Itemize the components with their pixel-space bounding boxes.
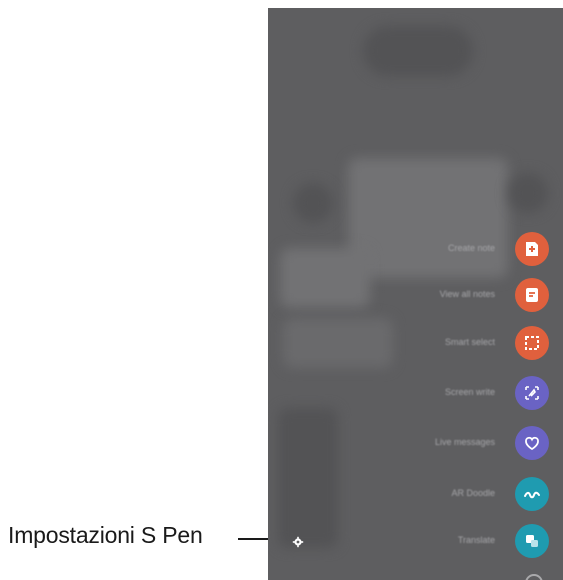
notes-list-icon[interactable] bbox=[515, 278, 549, 312]
menu-item-translate[interactable]: Translate bbox=[268, 520, 563, 566]
translate-icon[interactable] bbox=[515, 524, 549, 558]
menu-item-label: Live messages bbox=[434, 437, 495, 447]
blurred-header bbox=[363, 26, 473, 76]
menu-item-label: Screen write bbox=[444, 387, 495, 397]
menu-item-view-all-notes[interactable]: View all notes bbox=[268, 274, 563, 320]
menu-item-smart-select[interactable]: Smart select bbox=[268, 322, 563, 368]
note-plus-icon[interactable] bbox=[515, 232, 549, 266]
menu-item-label: Create note bbox=[447, 243, 495, 253]
menu-item-label: View all notes bbox=[439, 289, 495, 299]
smart-select-icon[interactable] bbox=[515, 326, 549, 360]
menu-item-screen-write[interactable]: Screen write bbox=[268, 372, 563, 418]
annotation-label: Impostazioni S Pen bbox=[8, 522, 203, 548]
menu-item-label: Translate bbox=[457, 535, 495, 545]
partial-menu-button[interactable] bbox=[525, 574, 543, 580]
ar-doodle-icon[interactable] bbox=[515, 477, 549, 511]
menu-item-create-note[interactable]: Create note bbox=[268, 228, 563, 274]
blurred-button bbox=[508, 173, 548, 213]
menu-item-label: Smart select bbox=[444, 337, 495, 347]
menu-item-label: AR Doodle bbox=[451, 488, 495, 498]
heart-message-icon[interactable] bbox=[515, 426, 549, 460]
phone-screen: Create note View all notes Smart select … bbox=[268, 8, 563, 580]
screen-write-icon[interactable] bbox=[515, 376, 549, 410]
menu-item-ar-doodle[interactable]: AR Doodle bbox=[268, 473, 563, 519]
gear-icon[interactable] bbox=[292, 535, 304, 548]
blurred-avatar bbox=[293, 183, 333, 223]
menu-item-live-messages[interactable]: Live messages bbox=[268, 422, 563, 468]
